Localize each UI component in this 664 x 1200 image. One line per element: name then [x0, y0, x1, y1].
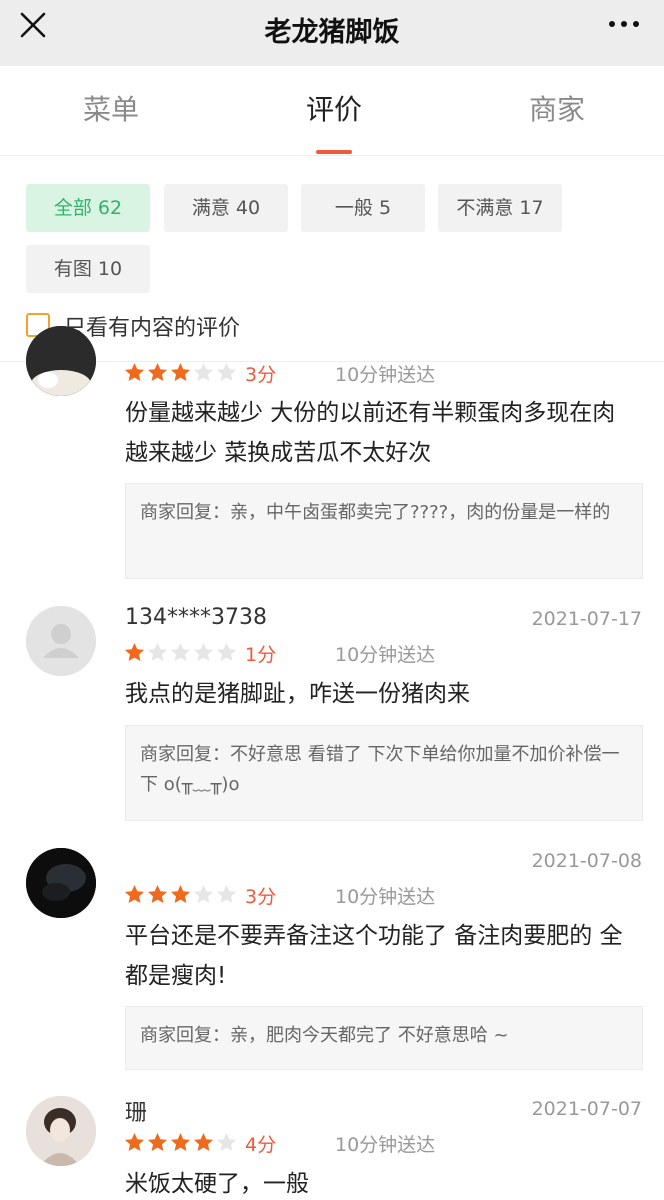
- rating-stars: [124, 642, 237, 663]
- avatar[interactable]: [26, 326, 96, 396]
- tab-menu[interactable]: 菜单: [51, 88, 171, 128]
- star-filled-icon: [125, 363, 144, 381]
- review-text: 米饭太硬了，一般: [125, 1171, 309, 1197]
- filter-chip-all[interactable]: 全部 62: [26, 184, 150, 232]
- review-text: 平台还是不要弄备注这个功能了 备注肉要肥的 全都是瘦肉!: [125, 923, 623, 989]
- star-empty-icon: [194, 363, 213, 381]
- review-item: 2021-07-08 3分 10分钟送达 平台还是不要弄备注这个功能了 备注肉要…: [0, 842, 664, 1080]
- star-filled-icon: [194, 1133, 213, 1151]
- star-empty-icon: [194, 643, 213, 661]
- tab-bar: 菜单 评价 商家: [0, 66, 664, 156]
- rating-score: 4分: [245, 1134, 277, 1156]
- star-empty-icon: [217, 643, 236, 661]
- star-filled-icon: [125, 885, 144, 903]
- filter-chip-average[interactable]: 一般 5: [301, 184, 425, 232]
- merchant-reply: 商家回复：亲，肥肉今天都完了 不好意思哈 ~: [125, 1006, 643, 1070]
- star-filled-icon: [171, 885, 190, 903]
- review-date: 2021-07-17: [531, 608, 642, 630]
- review-text: 我点的是猪脚趾，咋送一份猪肉来: [125, 681, 470, 707]
- review-text: 份量越来越少 大份的以前还有半颗蛋肉多现在肉 越来越少 菜换成苦瓜不太好次: [125, 400, 616, 466]
- delivery-time: 10分钟送达: [335, 644, 436, 666]
- rating-score: 3分: [245, 886, 277, 908]
- rating-score: 1分: [245, 644, 277, 666]
- star-filled-icon: [148, 885, 167, 903]
- star-empty-icon: [148, 643, 167, 661]
- more-dots-icon[interactable]: [606, 14, 642, 34]
- review-date: 2021-07-08: [531, 850, 642, 872]
- star-filled-icon: [148, 1133, 167, 1151]
- filter-chip-satisfied[interactable]: 满意 40: [164, 184, 288, 232]
- star-empty-icon: [194, 885, 213, 903]
- tab-merchant[interactable]: 商家: [497, 88, 617, 128]
- merchant-reply: 商家回复：不好意思 看错了 下次下单给你加量不加价补偿一下 o(╥﹏╥)o: [125, 725, 643, 821]
- merchant-reply: 商家回复：亲，中午卤蛋都卖完了????，肉的份量是一样的: [125, 483, 643, 579]
- page-title: 老龙猪脚饭: [264, 17, 400, 48]
- star-empty-icon: [171, 643, 190, 661]
- rating-stars: [124, 1132, 237, 1153]
- star-empty-icon: [217, 363, 236, 381]
- review-item: 134****3738 2021-07-17 1分 10分钟送达 我点的是猪脚趾…: [0, 600, 664, 835]
- delivery-time: 10分钟送达: [335, 364, 436, 386]
- username: 134****3738: [125, 605, 267, 630]
- avatar[interactable]: [26, 606, 96, 676]
- rating-stars: [124, 362, 237, 383]
- filter-chip-unsatisfied[interactable]: 不满意 17: [438, 184, 562, 232]
- delivery-time: 10分钟送达: [335, 886, 436, 908]
- delivery-time: 10分钟送达: [335, 1134, 436, 1156]
- content-only-label[interactable]: 只看有内容的评价: [64, 310, 240, 342]
- star-empty-icon: [217, 1133, 236, 1151]
- star-filled-icon: [125, 643, 144, 661]
- star-filled-icon: [171, 1133, 190, 1151]
- star-filled-icon: [125, 1133, 144, 1151]
- star-empty-icon: [217, 885, 236, 903]
- review-filters: 全部 62 满意 40 一般 5 不满意 17 有图 10 只看有内容的评价: [0, 157, 664, 362]
- avatar[interactable]: [26, 1096, 96, 1166]
- review-item: 珊 2021-07-07 4分 10分钟送达 米饭太硬了，一般: [0, 1090, 664, 1200]
- active-tab-indicator: [316, 150, 352, 154]
- tab-reviews[interactable]: 评价: [274, 88, 394, 128]
- star-filled-icon: [148, 363, 167, 381]
- rating-stars: [124, 884, 237, 905]
- review-item: 3分 10分钟送达 份量越来越少 大份的以前还有半颗蛋肉多现在肉 越来越少 菜换…: [0, 326, 664, 594]
- review-date: 2021-07-07: [531, 1098, 642, 1120]
- default-avatar-icon: [26, 606, 96, 676]
- username: 珊: [125, 1101, 148, 1126]
- top-bar: 老龙猪脚饭: [0, 0, 664, 66]
- star-filled-icon: [171, 363, 190, 381]
- avatar[interactable]: [26, 848, 96, 918]
- rating-score: 3分: [245, 364, 277, 386]
- filter-chip-with-photos[interactable]: 有图 10: [26, 245, 150, 293]
